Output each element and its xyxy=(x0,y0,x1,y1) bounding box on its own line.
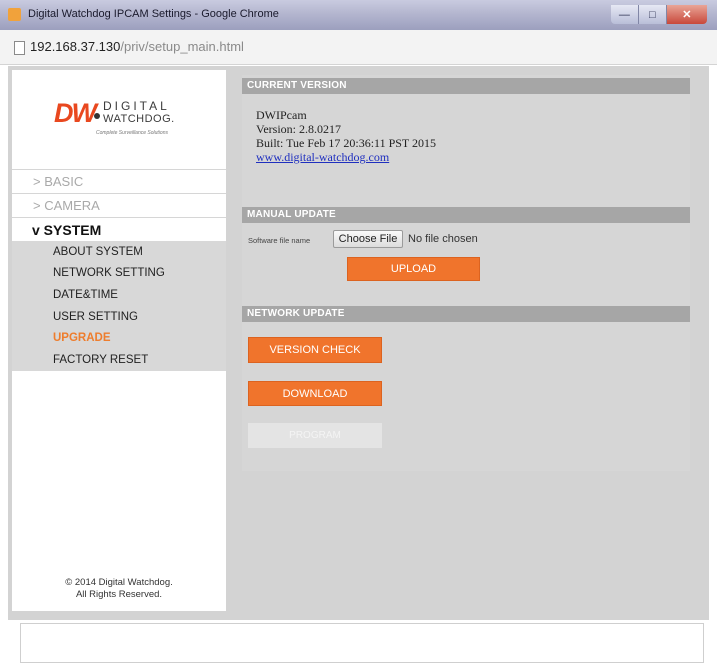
manual-update-header: MANUAL UPDATE xyxy=(242,207,690,223)
submenu-network-setting[interactable]: NETWORK SETTING xyxy=(12,262,226,284)
system-submenu: ABOUT SYSTEM NETWORK SETTING DATE&TIME U… xyxy=(12,241,226,371)
window-title: Digital Watchdog IPCAM Settings - Google… xyxy=(28,8,279,20)
bottom-status-area xyxy=(20,623,704,663)
logo-tagline: Complete Surveillance Solutions xyxy=(96,130,168,136)
copyright-line1: © 2014 Digital Watchdog. xyxy=(65,577,173,588)
software-file-label: Software file name xyxy=(248,236,311,245)
sidebar: DW DIGITAL WATCHDOG. Complete Surveillan… xyxy=(12,70,226,611)
logo-line1: DIGITAL xyxy=(103,99,170,113)
sidebar-item-basic[interactable]: > BASIC xyxy=(12,169,226,193)
current-version-header: CURRENT VERSION xyxy=(242,78,690,94)
submenu-factory-reset[interactable]: FACTORY RESET xyxy=(12,349,226,371)
page-icon xyxy=(14,41,25,55)
submenu-about-system[interactable]: ABOUT SYSTEM xyxy=(12,241,226,263)
version-text: Version: 2.8.0217 xyxy=(256,122,341,136)
digital-watchdog-logo: DW DIGITAL WATCHDOG. Complete Surveillan… xyxy=(54,98,204,158)
network-update-header: NETWORK UPDATE xyxy=(242,306,690,322)
url-host: 192.168.37.130 xyxy=(30,39,121,54)
chrome-app-icon xyxy=(8,8,21,21)
model-name: DWIPcam xyxy=(256,108,307,122)
sidebar-item-camera[interactable]: > CAMERA xyxy=(12,193,226,217)
url-text[interactable]: 192.168.37.130/priv/setup_main.html xyxy=(30,39,244,54)
sidebar-item-system[interactable]: v SYSTEM xyxy=(12,217,226,241)
submenu-date-time[interactable]: DATE&TIME xyxy=(12,284,226,306)
version-check-button[interactable]: VERSION CHECK xyxy=(248,337,382,363)
window-controls: — □ ✕ xyxy=(611,5,707,24)
submenu-user-setting[interactable]: USER SETTING xyxy=(12,306,226,328)
window-titlebar: Digital Watchdog IPCAM Settings - Google… xyxy=(0,0,717,30)
logo-dw: DW xyxy=(54,98,97,128)
copyright: © 2014 Digital Watchdog. All Rights Rese… xyxy=(12,577,226,601)
close-button[interactable]: ✕ xyxy=(666,5,707,24)
program-button: PROGRAM xyxy=(248,423,382,448)
website-link[interactable]: www.digital-watchdog.com xyxy=(256,150,389,164)
built-text: Built: Tue Feb 17 20:36:11 PST 2015 xyxy=(256,136,437,150)
choose-file-button[interactable]: Choose File xyxy=(333,230,403,248)
logo-dot xyxy=(94,113,100,119)
copyright-line2: All Rights Reserved. xyxy=(75,589,163,600)
minimize-button[interactable]: — xyxy=(611,5,639,24)
maximize-button[interactable]: □ xyxy=(638,5,667,24)
download-button[interactable]: DOWNLOAD xyxy=(248,381,382,406)
submenu-upgrade[interactable]: UPGRADE xyxy=(12,327,226,349)
no-file-status: No file chosen xyxy=(408,233,478,245)
website-link-wrap: www.digital-watchdog.com xyxy=(256,150,389,164)
logo-line2: WATCHDOG. xyxy=(103,113,175,125)
url-path: /priv/setup_main.html xyxy=(120,39,244,54)
upload-button[interactable]: UPLOAD xyxy=(347,257,480,281)
address-bar[interactable]: 192.168.37.130/priv/setup_main.html xyxy=(0,30,717,65)
